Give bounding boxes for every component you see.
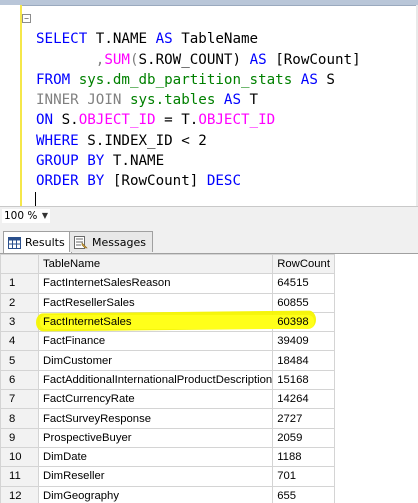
code-line-3: FROM sys.dm_db_partition_stats AS S bbox=[36, 71, 335, 88]
row-number-overlay: 3 bbox=[1, 312, 39, 331]
text-cursor bbox=[35, 191, 36, 206]
results-grid[interactable]: TableName RowCount 1 FactInternetSalesRea… bbox=[0, 254, 418, 503]
zoom-select[interactable]: 100 % ▼ bbox=[2, 209, 50, 223]
cell-rowcount-overlay: 39409 bbox=[277, 335, 309, 348]
cell-rowcount-overlay: 655 bbox=[277, 489, 297, 502]
row-number-overlay: 12 bbox=[1, 486, 39, 503]
zoom-bar: 100 % ▼ bbox=[0, 206, 418, 228]
cell-rowcount-overlay: 60855 bbox=[277, 296, 309, 309]
zoom-value: 100 % bbox=[4, 210, 38, 222]
column-header-tablename-overlay: TableName bbox=[43, 258, 101, 271]
row-number-overlay: 2 bbox=[1, 293, 39, 312]
row-number-overlay: 6 bbox=[1, 370, 39, 389]
tab-results-label: Results bbox=[25, 236, 65, 249]
row-number-overlay: 9 bbox=[1, 428, 39, 447]
document-tab-strip bbox=[0, 0, 418, 6]
tab-messages-label: Messages bbox=[92, 236, 146, 249]
sql-code[interactable]: SELECT T.NAME AS TableName ,SUM(S.ROW_CO… bbox=[35, 9, 418, 206]
cell-tablename-overlay: FactFinance bbox=[43, 335, 106, 348]
cell-rowcount-overlay: 15168 bbox=[277, 373, 309, 386]
chevron-down-icon[interactable]: ▼ bbox=[42, 209, 48, 223]
change-margin bbox=[20, 5, 22, 206]
row-number-overlay: 7 bbox=[1, 390, 39, 409]
cell-tablename-overlay: ProspectiveBuyer bbox=[43, 431, 132, 444]
cell-tablename-overlay: FactCurrencyRate bbox=[43, 393, 135, 406]
header-row-overlay: TableName RowCount bbox=[1, 255, 335, 274]
row-number-header-overlay bbox=[1, 255, 39, 274]
cell-rowcount-overlay: 1188 bbox=[277, 451, 302, 464]
results-table-text-layer: TableName RowCount 1 FactInternetSalesRea… bbox=[0, 254, 335, 503]
table-row-overlay: 2 FactResellerSales 60855 bbox=[1, 293, 335, 312]
row-number-overlay: 10 bbox=[1, 447, 39, 466]
table-row-overlay: 4 FactFinance 39409 bbox=[1, 332, 335, 351]
query-editor[interactable]: − SELECT T.NAME AS TableName ,SUM(S.ROW_… bbox=[0, 0, 418, 206]
cell-rowcount-overlay: 14264 bbox=[277, 393, 309, 406]
cell-rowcount-overlay: 2059 bbox=[277, 431, 303, 444]
row-number-overlay: 11 bbox=[1, 467, 39, 486]
cell-tablename-overlay: FactInternetSalesReason bbox=[43, 277, 171, 290]
code-line-7: GROUP BY T.NAME bbox=[36, 153, 165, 170]
cell-tablename-overlay: FactSurveyResponse bbox=[43, 412, 151, 425]
cell-rowcount-overlay: 701 bbox=[277, 470, 297, 483]
row-number-overlay: 4 bbox=[1, 332, 39, 351]
cell-rowcount-overlay: 2727 bbox=[277, 412, 303, 425]
results-tab-bar: Results Messages bbox=[0, 227, 418, 254]
cell-rowcount-overlay: 60398 bbox=[277, 316, 309, 329]
editor-horizontal-scrollbar[interactable] bbox=[54, 209, 414, 223]
table-row-overlay: 12 DimGeography 655 bbox=[1, 486, 335, 503]
table-row-overlay: 11 DimReseller 701 bbox=[1, 467, 335, 486]
cell-tablename-overlay: DimReseller bbox=[43, 470, 105, 483]
cell-tablename-overlay: FactResellerSales bbox=[43, 296, 135, 309]
cell-tablename-overlay: FactInternetSales bbox=[43, 316, 132, 329]
tab-messages[interactable]: Messages bbox=[69, 231, 153, 252]
messages-icon bbox=[74, 235, 88, 256]
table-row-overlay: 1 FactInternetSalesReason 64515 bbox=[1, 274, 335, 293]
code-line-6: WHERE S.INDEX_ID < 2 bbox=[36, 132, 207, 149]
code-line-4: INNER JOIN sys.tables AS T bbox=[36, 92, 259, 109]
code-line-1: SELECT T.NAME AS TableName bbox=[36, 31, 259, 48]
tab-results[interactable]: Results bbox=[3, 231, 72, 253]
table-row-overlay: 3 FactInternetSales 60398 bbox=[1, 312, 335, 331]
collapse-toggle-icon[interactable]: − bbox=[22, 14, 31, 23]
cell-tablename-overlay: FactAdditionalInternationalProductDescri… bbox=[43, 373, 273, 386]
table-row-overlay: 7 FactCurrencyRate 14264 bbox=[1, 390, 335, 409]
cell-rowcount-overlay: 18484 bbox=[277, 354, 309, 367]
cell-tablename-overlay: DimGeography bbox=[43, 489, 119, 502]
table-row-overlay: 9 ProspectiveBuyer 2059 bbox=[1, 428, 335, 447]
grid-icon bbox=[8, 235, 21, 256]
row-number-overlay: 1 bbox=[1, 274, 39, 293]
column-header-rowcount-overlay: RowCount bbox=[277, 258, 330, 271]
cell-rowcount-overlay: 64515 bbox=[277, 277, 309, 290]
code-line-8: ORDER BY [RowCount] DESC bbox=[36, 173, 242, 190]
row-number-overlay: 5 bbox=[1, 351, 39, 370]
cell-tablename-overlay: DimDate bbox=[43, 451, 87, 464]
editor-gutter bbox=[0, 5, 20, 206]
code-line-5: ON S.OBJECT_ID = T.OBJECT_ID bbox=[36, 112, 276, 129]
code-line-2: ,SUM(S.ROW_COUNT) AS [RowCount] bbox=[36, 51, 361, 68]
table-row-overlay: 8 FactSurveyResponse 2727 bbox=[1, 409, 335, 428]
row-number-overlay: 8 bbox=[1, 409, 39, 428]
table-row-overlay: 5 DimCustomer 18484 bbox=[1, 351, 335, 370]
cell-tablename-overlay: DimCustomer bbox=[43, 354, 113, 367]
table-row-overlay: 10 DimDate 1188 bbox=[1, 447, 335, 466]
table-row-overlay: 6 FactAdditionalInternationalProductDescr… bbox=[1, 370, 335, 389]
code-line-9 bbox=[35, 191, 418, 206]
